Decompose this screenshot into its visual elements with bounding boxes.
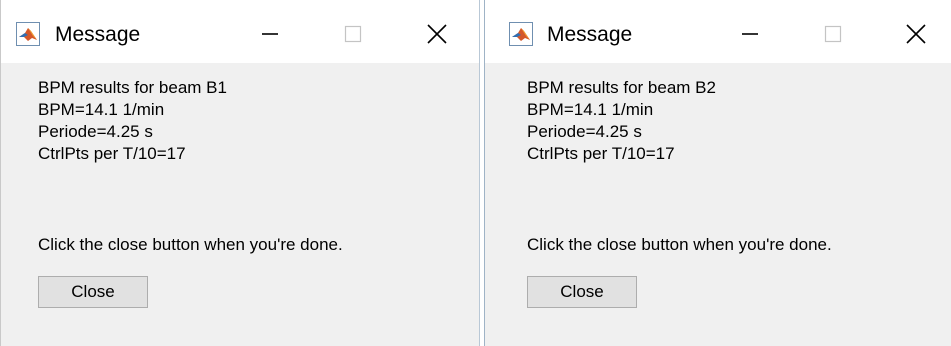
- message-dialog-b1: Message BPM results for beam B1 BPM=14.1…: [0, 0, 480, 346]
- message-line: Periode=4.25 s: [527, 122, 642, 141]
- message-dialog-b2: Message BPM results for beam B2 BPM=14.1…: [484, 0, 951, 346]
- message-lines: BPM results for beam B2 BPM=14.1 1/min P…: [527, 77, 716, 165]
- screen: Message BPM results for beam B1 BPM=14.1…: [0, 0, 951, 346]
- close-icon: [427, 24, 447, 44]
- title-bar[interactable]: Message: [485, 0, 951, 63]
- matlab-icon: [509, 22, 533, 46]
- title-bar[interactable]: Message: [1, 0, 479, 63]
- message-line: BPM results for beam B1: [38, 78, 227, 97]
- window-title: Message: [55, 23, 141, 46]
- close-window-button[interactable]: [898, 18, 934, 50]
- maximize-button[interactable]: [815, 18, 851, 50]
- message-line: Periode=4.25 s: [38, 122, 153, 141]
- maximize-icon: [824, 25, 842, 43]
- minimize-button[interactable]: [252, 18, 288, 50]
- close-icon: [906, 24, 926, 44]
- maximize-button[interactable]: [335, 18, 371, 50]
- message-lines: BPM results for beam B1 BPM=14.1 1/min P…: [38, 77, 227, 165]
- close-button[interactable]: Close: [38, 276, 148, 308]
- matlab-icon: [16, 22, 40, 46]
- window-title: Message: [547, 23, 633, 46]
- minimize-icon: [262, 33, 278, 35]
- message-line: CtrlPts per T/10=17: [527, 144, 675, 163]
- close-button[interactable]: Close: [527, 276, 637, 308]
- maximize-icon: [344, 25, 362, 43]
- message-line: BPM=14.1 1/min: [38, 100, 165, 119]
- minimize-icon: [742, 33, 758, 35]
- message-line: CtrlPts per T/10=17: [38, 144, 186, 163]
- close-instruction: Click the close button when you're done.: [38, 235, 343, 254]
- dialog-body: BPM results for beam B2 BPM=14.1 1/min P…: [485, 63, 951, 346]
- close-instruction: Click the close button when you're done.: [527, 235, 832, 254]
- dialog-body: BPM results for beam B1 BPM=14.1 1/min P…: [1, 63, 479, 346]
- close-window-button[interactable]: [419, 18, 455, 50]
- message-line: BPM results for beam B2: [527, 78, 716, 97]
- minimize-button[interactable]: [732, 18, 768, 50]
- message-line: BPM=14.1 1/min: [527, 100, 654, 119]
